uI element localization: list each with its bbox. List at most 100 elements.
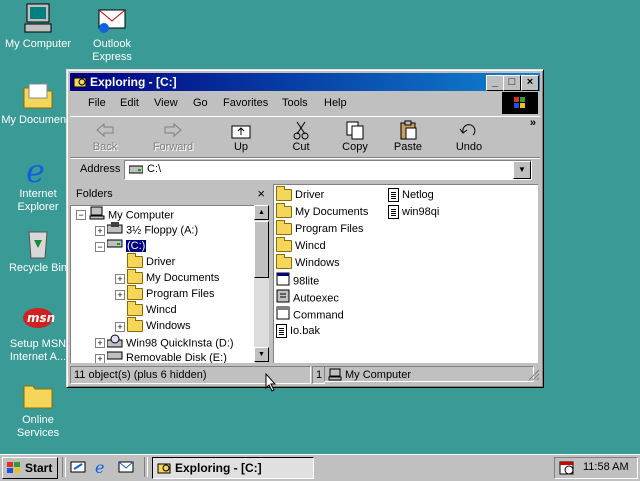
toolbar-more-button[interactable]: » — [530, 117, 536, 129]
file-item[interactable]: Io.bak — [276, 323, 320, 339]
expand-toggle[interactable]: + — [115, 274, 125, 284]
outlook-express-icon[interactable] — [118, 459, 134, 475]
svg-text:e: e — [95, 459, 104, 475]
file-list: Driver My Documents Program Files Wincd … — [273, 184, 538, 363]
up-label: Up — [233, 141, 249, 153]
tree-item-program-files[interactable]: Program Files — [127, 285, 214, 302]
scroll-up-button[interactable]: ▲ — [254, 205, 269, 220]
forward-label: Forward — [152, 141, 194, 153]
menu-file[interactable]: File — [88, 97, 106, 109]
explorer-icon — [73, 75, 87, 89]
menu-bar: File Edit View Go Favorites Tools Help — [70, 92, 540, 114]
start-button[interactable]: Start — [2, 457, 58, 479]
folders-scrollbar[interactable]: ▲ ▼ — [254, 205, 269, 362]
internet-explorer-icon: e — [21, 152, 55, 190]
file-name: win98qi — [402, 206, 440, 218]
start-label: Start — [25, 461, 53, 475]
up-button[interactable]: Up — [216, 119, 266, 155]
minimize-button[interactable]: _ — [486, 75, 504, 91]
folder-icon — [21, 78, 55, 112]
tree-item-windows[interactable]: Windows — [127, 317, 191, 334]
show-desktop-icon[interactable] — [70, 459, 86, 475]
maximize-button[interactable]: □ — [503, 75, 521, 91]
undo-button[interactable]: Undo — [444, 119, 494, 155]
forward-button[interactable]: Forward — [148, 119, 198, 155]
desktop-icon-label: Internet Explorer — [17, 188, 59, 213]
title-bar[interactable]: Exploring - [C:] _ □ × — [70, 73, 540, 91]
desktop-icon-online-services[interactable]: Online Services — [0, 378, 76, 440]
paste-label: Paste — [393, 141, 423, 153]
floppy-drive-icon — [106, 222, 123, 239]
desktop-icon-my-computer[interactable]: My Computer — [0, 2, 76, 51]
explorer-icon — [157, 461, 171, 478]
scheduler-icon[interactable] — [559, 460, 575, 479]
file-item[interactable]: Windows — [276, 254, 340, 271]
file-name: Netlog — [402, 189, 434, 201]
internet-explorer-icon[interactable]: e — [94, 458, 110, 477]
address-input[interactable]: C:\ ▼ — [124, 160, 532, 180]
desktop-icon-outlook-express[interactable]: Outlook Express — [74, 2, 150, 64]
status-bar: 11 object(s) (plus 6 hidden) 1 My Comput… — [70, 366, 540, 384]
desktop-icon-setup-msn[interactable]: msn Setup MSN Internet A... — [0, 302, 76, 364]
up-folder-icon — [216, 119, 266, 141]
expand-toggle[interactable]: + — [115, 322, 125, 332]
address-dropdown-button[interactable]: ▼ — [513, 161, 531, 179]
desktop-icon-my-documents[interactable]: My Documents — [0, 78, 76, 127]
file-item[interactable]: 98lite — [276, 272, 319, 288]
tree-item-floppy[interactable]: 3½ Floppy (A:) — [106, 222, 198, 239]
file-item[interactable]: win98qi — [388, 204, 439, 220]
removable-disk-icon — [106, 350, 123, 363]
collapse-toggle[interactable]: − — [95, 242, 105, 252]
menu-go[interactable]: Go — [193, 97, 208, 109]
expand-toggle[interactable]: + — [95, 226, 105, 236]
clock[interactable]: 11:58 AM — [583, 461, 629, 473]
desktop-icon-internet-explorer[interactable]: e Internet Explorer — [0, 152, 76, 214]
close-button[interactable]: × — [521, 75, 539, 91]
folder-icon — [276, 237, 292, 253]
windows-logo-icon — [502, 92, 538, 114]
back-arrow-icon — [80, 119, 130, 141]
menu-favorites[interactable]: Favorites — [223, 97, 268, 109]
folder-icon — [276, 203, 292, 219]
resize-grip-icon[interactable] — [528, 369, 540, 384]
tree-item-my-computer[interactable]: My Computer — [89, 206, 174, 222]
file-name: My Documents — [295, 206, 369, 218]
file-item[interactable]: Program Files — [276, 220, 364, 237]
file-item[interactable]: Wincd — [276, 237, 326, 254]
menu-view[interactable]: View — [154, 97, 178, 109]
menu-tools[interactable]: Tools — [282, 97, 308, 109]
paste-button[interactable]: Paste — [383, 119, 433, 155]
menu-edit[interactable]: Edit — [120, 97, 139, 109]
file-item[interactable]: Driver — [276, 186, 324, 203]
file-item[interactable]: Netlog — [388, 187, 434, 203]
back-button[interactable]: Back — [80, 119, 130, 155]
expand-toggle[interactable]: + — [95, 354, 105, 363]
tree-item-my-documents[interactable]: My Documents — [127, 269, 219, 286]
quick-launch-separator — [62, 457, 66, 477]
tree-item-wincd[interactable]: Wincd — [127, 301, 177, 318]
file-item[interactable]: Command — [276, 306, 344, 322]
tree-item-removable-disk[interactable]: Removable Disk (E:) — [106, 350, 227, 363]
desktop-icon-label: Setup MSN Internet A... — [9, 338, 67, 363]
file-item[interactable]: My Documents — [276, 203, 369, 220]
tree-item-cd-drive[interactable]: Win98 QuickInsta (D:) — [106, 334, 234, 350]
file-name: 98lite — [293, 275, 320, 288]
file-item[interactable]: Autoexec — [276, 289, 339, 305]
cut-label: Cut — [292, 141, 310, 153]
expand-toggle[interactable]: + — [95, 338, 105, 348]
tree-item-driver[interactable]: Driver — [127, 253, 175, 270]
taskbar-button-exploring[interactable]: Exploring - [C:] — [152, 457, 314, 479]
scroll-down-button[interactable]: ▼ — [254, 347, 269, 362]
collapse-toggle[interactable]: − — [76, 210, 86, 220]
desktop-icon-recycle-bin[interactable]: Recycle Bin — [0, 226, 76, 275]
cut-button[interactable]: Cut — [276, 119, 326, 155]
desktop-icon-label: My Computer — [4, 38, 72, 50]
explorer-window: Exploring - [C:] _ □ × File Edit View Go… — [66, 69, 544, 388]
tree-item-c-drive[interactable]: (C:) — [106, 238, 147, 254]
expand-toggle[interactable]: + — [115, 290, 125, 300]
folders-close-button[interactable]: × — [257, 186, 265, 201]
file-name: Program Files — [295, 223, 364, 235]
copy-button[interactable]: Copy — [330, 119, 380, 155]
scroll-thumb[interactable] — [254, 221, 269, 278]
menu-help[interactable]: Help — [324, 97, 347, 109]
